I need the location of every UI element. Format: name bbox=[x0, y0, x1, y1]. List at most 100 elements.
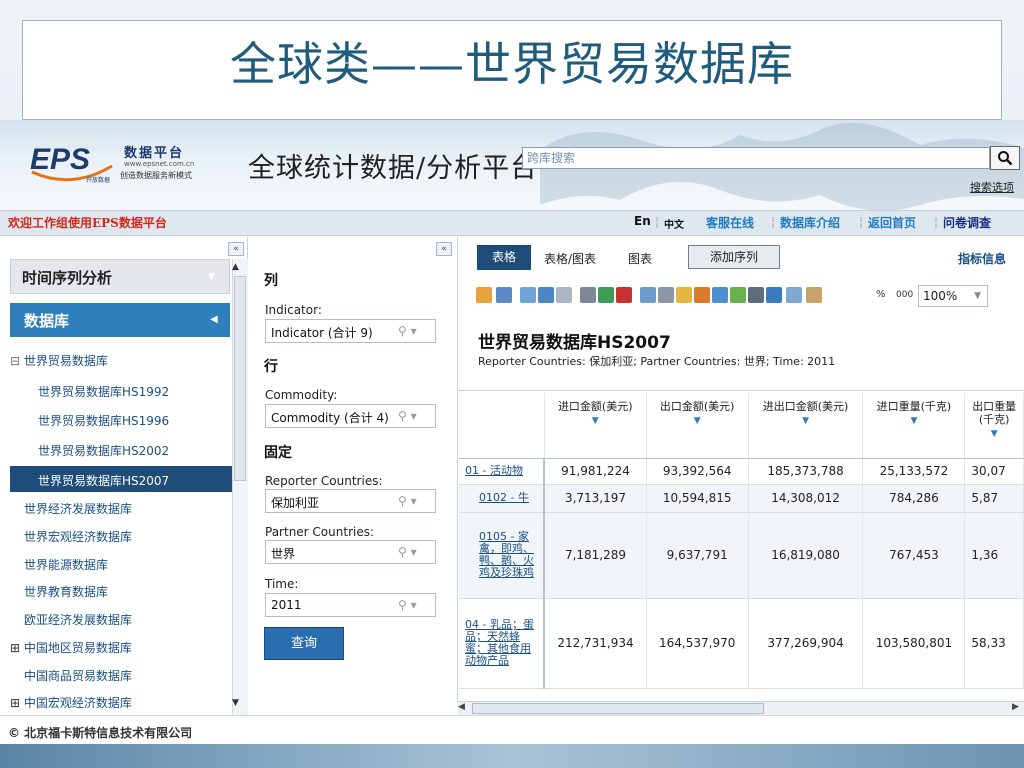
refresh-icon[interactable] bbox=[520, 287, 536, 303]
divider bbox=[457, 390, 1024, 391]
scroll-right-icon[interactable]: ▶ bbox=[1012, 702, 1019, 712]
tree-item-world-education[interactable]: 世界教育数据库 bbox=[24, 583, 108, 600]
nav-survey[interactable]: 问卷调查 bbox=[943, 214, 991, 231]
tree-item-china-region-trade[interactable]: ⊞ 中国地区贸易数据库 bbox=[10, 639, 132, 656]
calc-icon[interactable] bbox=[786, 287, 802, 303]
indicator-info-link[interactable]: 指标信息 bbox=[958, 250, 1006, 267]
nav-home[interactable]: 返回首页 bbox=[868, 214, 916, 231]
add-series-button[interactable]: 添加序列 bbox=[688, 245, 780, 269]
search-icon[interactable]: ⚲ ▾ bbox=[398, 598, 417, 612]
table-icon[interactable] bbox=[748, 287, 764, 303]
welcome-message: 欢迎工作组使用EPS数据平台 bbox=[8, 216, 167, 230]
search-icon[interactable]: ⚲ ▾ bbox=[398, 545, 417, 559]
tree-expand-icon[interactable]: ⊞ bbox=[10, 696, 20, 710]
nav-customer-service[interactable]: 客服在线 bbox=[706, 214, 754, 231]
tree-expand-icon[interactable]: ⊞ bbox=[10, 641, 20, 655]
undo-icon[interactable] bbox=[538, 287, 554, 303]
grid-icon[interactable] bbox=[694, 287, 710, 303]
column-header[interactable]: 进口重量(千克) ▼ bbox=[862, 393, 966, 459]
tree-item-label: 中国地区贸易数据库 bbox=[23, 641, 132, 655]
excel-icon[interactable] bbox=[598, 287, 614, 303]
tree-item-eurasia[interactable]: 欧亚经济发展数据库 bbox=[24, 611, 132, 628]
scroll-down-icon[interactable]: ▼ bbox=[232, 698, 239, 708]
search-icon[interactable]: ⚲ ▾ bbox=[398, 324, 417, 338]
filter-panel-collapse-button[interactable]: « bbox=[436, 242, 452, 256]
sort-arrow-icon[interactable]: ▼ bbox=[647, 415, 747, 428]
time-label: Time: bbox=[265, 577, 299, 591]
nav-english[interactable]: En bbox=[634, 214, 651, 228]
search-icon[interactable]: ⚲ ▾ bbox=[398, 494, 417, 508]
zoom-value: 100% bbox=[923, 289, 958, 303]
column-header[interactable]: 出口金额(美元) ▼ bbox=[646, 393, 749, 459]
column-header-label: 进口重量(千克) bbox=[876, 400, 952, 413]
tab-table-chart[interactable]: 表格/图表 bbox=[544, 250, 596, 267]
tree-collapse-icon[interactable]: ⊟ bbox=[10, 354, 20, 368]
corner-cell bbox=[459, 393, 545, 459]
tree-item-world-econ-dev[interactable]: 世界经济发展数据库 bbox=[24, 500, 132, 517]
nav-separator: ¦ bbox=[859, 215, 864, 229]
sort-arrow-icon[interactable]: ▼ bbox=[863, 415, 963, 428]
thousands-toggle[interactable]: 000 bbox=[896, 290, 913, 300]
column-header[interactable]: 进出口金额(美元) ▼ bbox=[748, 393, 864, 459]
sort-arrow-icon[interactable]: ▼ bbox=[965, 428, 1022, 441]
tree-item-world-macro[interactable]: 世界宏观经济数据库 bbox=[24, 528, 132, 545]
table-row: 04 - 乳品；蛋品；天然蜂蜜；其他食用动物产品 212,731,934 164… bbox=[459, 598, 1024, 689]
sort-arrow-icon[interactable]: ▼ bbox=[749, 415, 862, 428]
column-header[interactable]: 出口重量(千克) ▼ bbox=[964, 393, 1024, 459]
columns-icon[interactable] bbox=[640, 287, 656, 303]
nav-chinese[interactable]: 中文 bbox=[664, 216, 684, 231]
save-icon[interactable] bbox=[496, 287, 512, 303]
pdf-icon[interactable] bbox=[616, 287, 632, 303]
row-header-link[interactable]: 0105 - 家禽，即鸡、鸭、鹅、火鸡及珍珠鸡 bbox=[459, 512, 546, 599]
format-icon[interactable] bbox=[806, 287, 822, 303]
tree-item-china-macro[interactable]: ⊞ 中国宏观经济数据库 bbox=[10, 694, 132, 711]
table-cell: 10,594,815 bbox=[646, 484, 749, 513]
percent-toggle[interactable]: % bbox=[876, 289, 886, 300]
tree-item-hs1996[interactable]: 世界贸易数据库HS1996 bbox=[38, 412, 169, 429]
accordion-time-series-label: 时间序列分析 bbox=[22, 269, 113, 287]
highlight-icon[interactable] bbox=[676, 287, 692, 303]
search-icon[interactable]: ⚲ ▾ bbox=[398, 409, 417, 423]
search-options-link[interactable]: 搜索选项 bbox=[970, 179, 1014, 195]
redo-icon[interactable] bbox=[556, 287, 572, 303]
sum-icon[interactable] bbox=[766, 287, 782, 303]
tab-table[interactable]: 表格 bbox=[477, 245, 531, 270]
tree-item-hs1992[interactable]: 世界贸易数据库HS1992 bbox=[38, 383, 169, 400]
search-button[interactable] bbox=[990, 146, 1020, 170]
chevron-down-icon: ▼ bbox=[974, 291, 981, 301]
nav-db-intro[interactable]: 数据库介绍 bbox=[780, 214, 840, 231]
sidebar-scroll-thumb[interactable] bbox=[234, 276, 246, 481]
table-cell: 93,392,564 bbox=[646, 458, 749, 485]
table-cell: 16,819,080 bbox=[748, 512, 864, 599]
print-icon[interactable] bbox=[580, 287, 596, 303]
banner-slogan: 全球统计数据/分析平台 bbox=[248, 153, 539, 184]
table-row: 0105 - 家禽，即鸡、鸭、鹅、火鸡及珍珠鸡 7,181,289 9,637,… bbox=[459, 512, 1024, 599]
zoom-select[interactable]: 100% ▼ bbox=[918, 285, 988, 307]
chart-icon[interactable] bbox=[730, 287, 746, 303]
table-hscroll-thumb[interactable] bbox=[472, 703, 764, 714]
copyright-text: © 北京福卡斯特信息技术有限公司 bbox=[8, 726, 193, 740]
export-icon[interactable] bbox=[476, 287, 492, 303]
tree-item-hs2002[interactable]: 世界贸易数据库HS2002 bbox=[38, 442, 169, 459]
query-button[interactable]: 查询 bbox=[264, 627, 344, 660]
sort-arrow-icon[interactable]: ▼ bbox=[545, 415, 645, 428]
scroll-left-icon[interactable]: ◀ bbox=[458, 702, 465, 712]
table-cell: 185,373,788 bbox=[748, 458, 864, 485]
row-header-link[interactable]: 01 - 活动物 bbox=[459, 458, 546, 485]
column-header[interactable]: 进口金额(美元) ▼ bbox=[544, 393, 647, 459]
sidebar-collapse-button[interactable]: « bbox=[228, 242, 244, 256]
row-header-link[interactable]: 04 - 乳品；蛋品；天然蜂蜜；其他食用动物产品 bbox=[459, 598, 546, 689]
search-input[interactable] bbox=[522, 147, 990, 169]
tree-item-hs2007[interactable]: 世界贸易数据库HS2007 bbox=[38, 472, 169, 489]
table-cell: 767,453 bbox=[862, 512, 966, 599]
layout-icon[interactable] bbox=[712, 287, 728, 303]
tab-chart[interactable]: 图表 bbox=[628, 250, 652, 267]
table-cell: 91,981,224 bbox=[544, 458, 647, 485]
filter-icon[interactable] bbox=[658, 287, 674, 303]
row-header-link[interactable]: 0102 - 牛 bbox=[459, 484, 546, 513]
tree-item-china-commodity-trade[interactable]: 中国商品贸易数据库 bbox=[24, 667, 132, 684]
reporter-label: Reporter Countries: bbox=[265, 474, 383, 488]
tree-item-world-energy[interactable]: 世界能源数据库 bbox=[24, 556, 108, 573]
scroll-up-icon[interactable]: ▲ bbox=[232, 262, 239, 272]
tree-item-world-trade[interactable]: ⊟ 世界贸易数据库 bbox=[10, 352, 108, 369]
